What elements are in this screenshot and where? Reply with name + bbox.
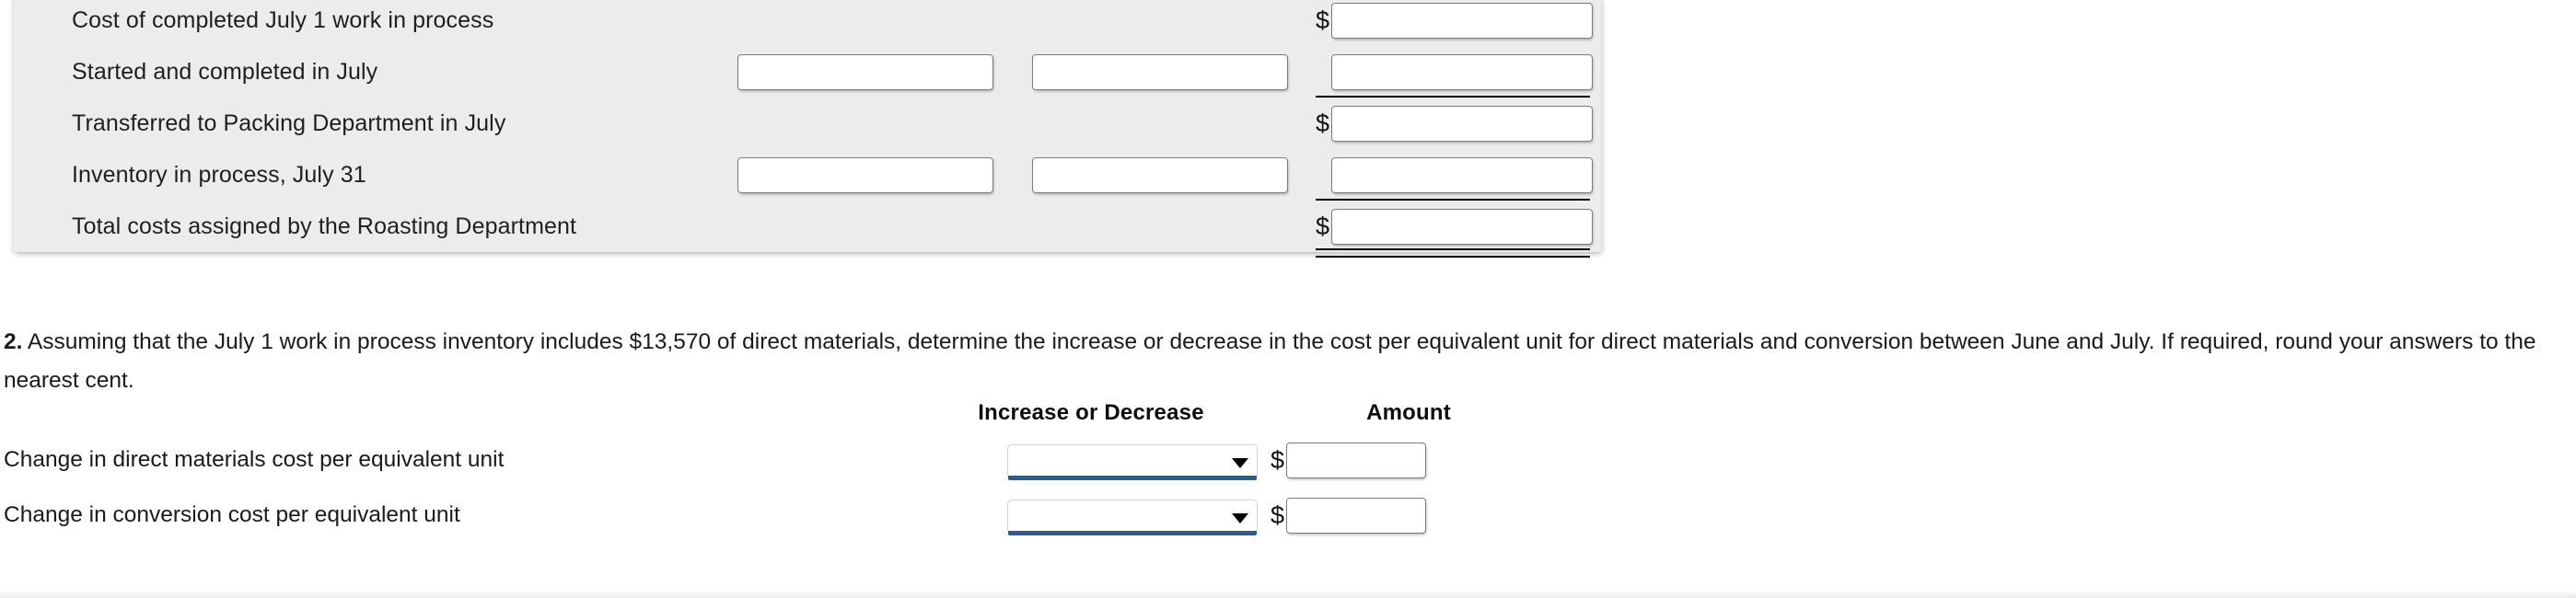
input-rate-inventory-in-process-july-31[interactable] [1032,156,1288,193]
page-bottom-edge [0,591,2576,598]
select-underline [1008,531,1257,535]
row-label-total-costs-assigned-by-roasting-department: Total costs assigned by the Roasting Dep… [72,213,577,239]
dollar-sign: $ [1316,212,1330,240]
cost-assignment-panel: Cost of completed July 1 work in process… [12,0,1603,258]
table-row: Transferred to Packing Department in Jul… [13,98,1603,149]
row-label-change-in-direct-materials-cost-per-equivalent-unit: Change in direct materials cost per equi… [4,447,505,472]
input-total-transferred-to-packing-department-in-july[interactable] [1331,105,1593,142]
select-underline [1008,476,1257,480]
select-cell [911,432,1271,488]
row-mid2-empty [1021,0,1316,46]
row-mid1-empty [726,98,1021,149]
row-mid1-cell [726,46,1021,98]
dollar-sign: $ [1271,500,1285,529]
table-row: Change in direct materials cost per equi… [0,432,1547,488]
table-header-row: Increase or Decrease Amount [0,394,1547,432]
select-increase-or-decrease-direct-materials[interactable] [1007,444,1258,480]
row-mid2-empty [1021,201,1316,252]
input-total-cost-of-completed-july-1-wip[interactable] [1331,2,1593,39]
row-mid2-cell [1021,149,1316,201]
input-total-started-and-completed-in-july[interactable] [1331,53,1593,90]
row-label-started-and-completed-in-july: Started and completed in July [72,58,378,85]
input-rate-started-and-completed-in-july[interactable] [1032,53,1288,90]
select-cell [911,488,1271,543]
dollar-sign: $ [1271,445,1285,474]
row-label-inventory-in-process-july-31: Inventory in process, July 31 [72,161,366,188]
answer-area: Increase or Decrease Amount Change in di… [0,394,1565,543]
question-number: 2. [4,328,23,354]
table-row: Inventory in process, July 31 $ [13,149,1603,201]
row-label-cost-of-completed-july-1-wip: Cost of completed July 1 work in process [72,6,494,33]
select-value [1008,500,1257,531]
row-total-cell: $ [1316,0,1603,46]
table-row: Total costs assigned by the Roasting Dep… [13,201,1603,258]
row-mid2-cell [1021,46,1316,98]
row-total-cell: $ [1316,201,1603,258]
chevron-down-icon [1232,512,1248,523]
header-blank [0,394,911,432]
dollar-sign-placeholder: $ [1316,60,1331,85]
table-row: Change in conversion cost per equivalent… [0,488,1547,543]
row-mid2-empty [1021,98,1316,149]
dollar-sign: $ [1316,109,1330,137]
header-amount: Amount [1366,400,1451,425]
table-row: Started and completed in July $ [13,46,1603,98]
select-value [1008,445,1257,476]
chevron-down-icon [1232,457,1248,468]
input-units-inventory-in-process-july-31[interactable] [737,156,993,193]
change-in-cost-table: Increase or Decrease Amount Change in di… [0,394,1547,543]
input-total-inventory-in-process-july-31[interactable] [1331,156,1593,193]
amount-cell: $ [1271,432,1547,488]
amount-cell: $ [1271,488,1547,543]
row-mid1-empty [726,0,1021,46]
table-row: Cost of completed July 1 work in process… [13,0,1603,46]
dollar-sign: $ [1316,6,1330,34]
row-mid1-cell [726,149,1021,201]
row-total-cell: $ [1316,46,1603,98]
row-label-change-in-conversion-cost-per-equivalent-unit: Change in conversion cost per equivalent… [4,502,460,527]
input-amount-change-in-conversion-cost-per-equivalent-unit[interactable] [1286,497,1427,534]
question-2-prompt: 2. Assuming that the July 1 work in proc… [4,323,2572,400]
input-total-costs-assigned-by-roasting-department[interactable] [1331,208,1593,245]
question-text: Assuming that the July 1 work in process… [4,328,2536,393]
dollar-sign-placeholder: $ [1316,163,1331,188]
header-increase-or-decrease: Increase or Decrease [978,400,1204,425]
row-mid1-empty [726,201,1021,252]
input-units-started-and-completed-in-july[interactable] [737,53,993,90]
row-label-transferred-to-packing-department-in-july: Transferred to Packing Department in Jul… [72,109,506,136]
row-total-cell: $ [1316,149,1603,201]
input-amount-change-in-direct-materials-cost-per-equivalent-unit[interactable] [1286,442,1427,478]
row-total-cell: $ [1316,98,1603,149]
select-increase-or-decrease-conversion[interactable] [1007,500,1258,535]
cost-assignment-table: Cost of completed July 1 work in process… [13,0,1603,258]
